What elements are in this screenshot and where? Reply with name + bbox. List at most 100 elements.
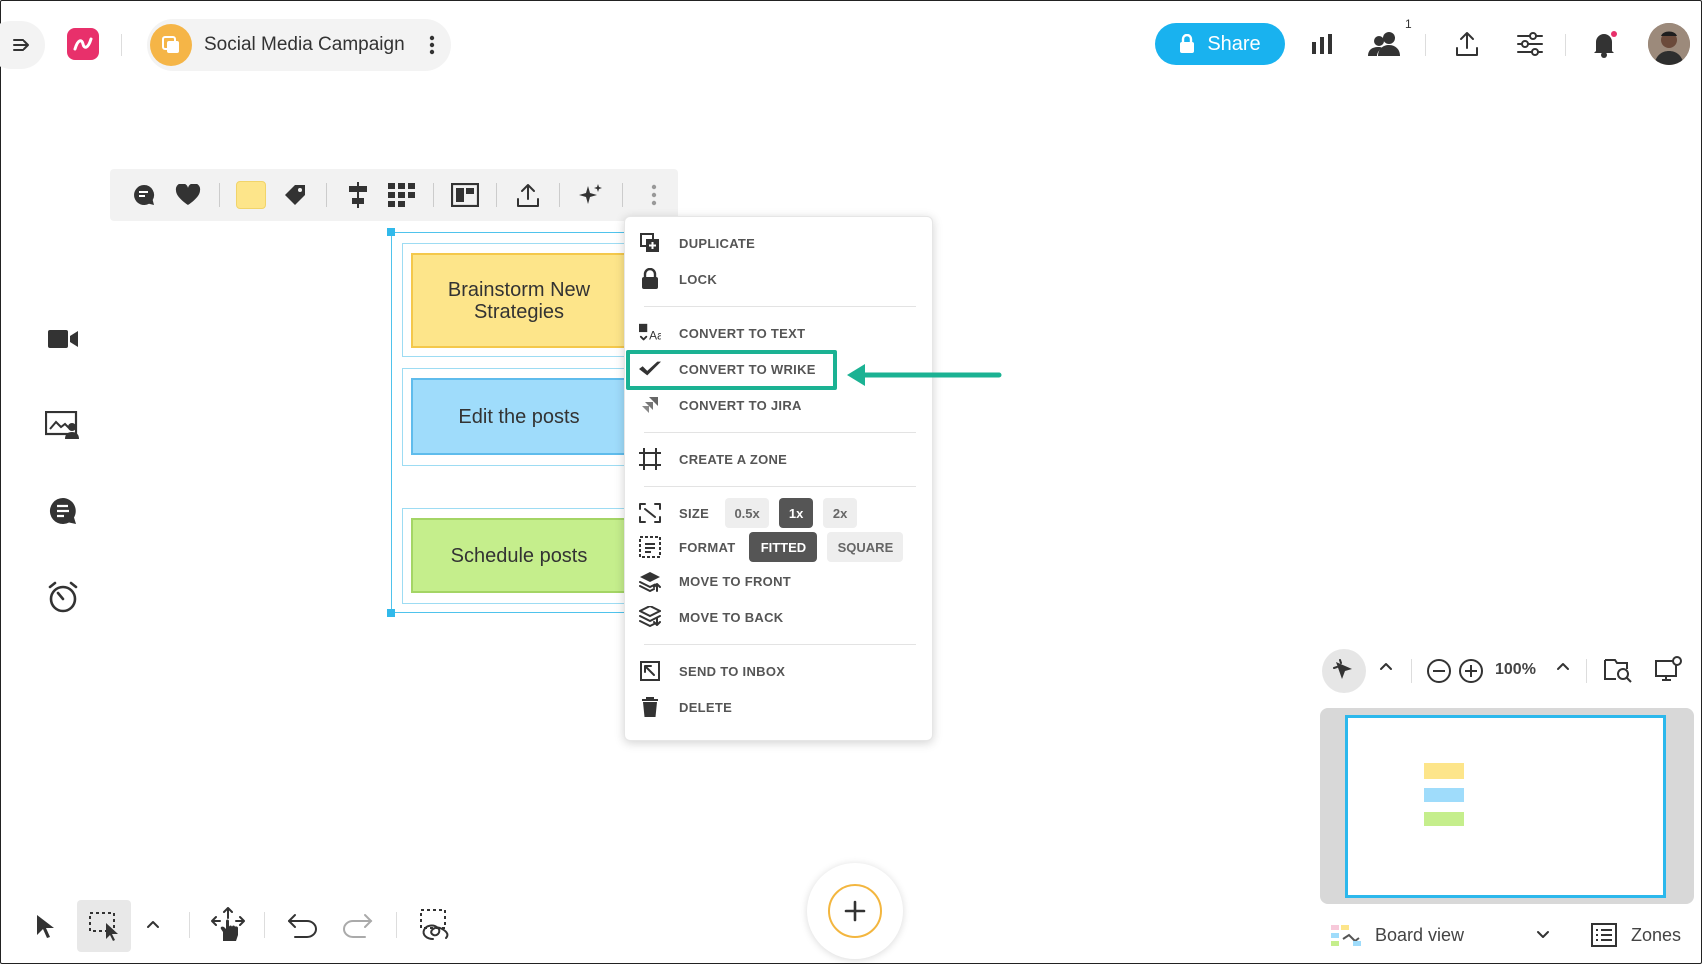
select-tool[interactable] bbox=[25, 906, 65, 946]
chat-icon bbox=[49, 497, 76, 524]
analytics-button[interactable] bbox=[1302, 24, 1342, 64]
board-title[interactable]: Social Media Campaign bbox=[204, 34, 405, 56]
chevron-up-icon bbox=[1557, 663, 1569, 670]
menu-item-lock[interactable]: LOCK bbox=[639, 262, 919, 296]
size-option-half[interactable]: 0.5x bbox=[725, 498, 770, 528]
zoom-level[interactable]: 100% bbox=[1495, 661, 1536, 679]
highlight-box bbox=[626, 350, 837, 390]
align-button[interactable] bbox=[336, 173, 380, 217]
minimap-note bbox=[1424, 763, 1464, 779]
tools-expand[interactable] bbox=[146, 919, 160, 929]
size-option-2x[interactable]: 2x bbox=[823, 498, 858, 528]
arrange-grid-button[interactable] bbox=[380, 173, 424, 217]
find-on-board-button[interactable] bbox=[1604, 657, 1632, 683]
board-title-pill[interactable]: Social Media Campaign bbox=[147, 19, 451, 71]
chat-button[interactable] bbox=[41, 489, 85, 533]
timer-button[interactable] bbox=[41, 575, 85, 619]
send-back-icon bbox=[639, 606, 661, 628]
app-logo[interactable] bbox=[67, 28, 99, 60]
sliders-icon bbox=[1517, 32, 1543, 56]
divider bbox=[1411, 659, 1412, 683]
sticky-note[interactable]: Brainstorm New Strategies bbox=[411, 253, 627, 348]
cursor-icon bbox=[37, 915, 54, 938]
resize-handle[interactable] bbox=[387, 228, 395, 236]
resize-handle[interactable] bbox=[387, 609, 395, 617]
minus-circle-icon bbox=[1427, 659, 1451, 683]
minimap[interactable] bbox=[1320, 708, 1694, 904]
ai-button[interactable] bbox=[569, 173, 613, 217]
collaborators-button[interactable] bbox=[1365, 24, 1405, 64]
comment-button[interactable] bbox=[122, 173, 166, 217]
users-icon bbox=[1368, 32, 1400, 56]
export-button[interactable] bbox=[1447, 24, 1487, 64]
undo-button[interactable] bbox=[283, 905, 323, 945]
display-settings-button[interactable] bbox=[1655, 655, 1683, 683]
color-picker-button[interactable] bbox=[229, 173, 273, 217]
logo-icon bbox=[73, 37, 93, 51]
pan-tool[interactable] bbox=[208, 905, 248, 945]
video-button[interactable] bbox=[41, 317, 85, 361]
zones-button[interactable]: Zones bbox=[1591, 923, 1681, 947]
menu-item-create-zone[interactable]: CREATE A ZONE bbox=[639, 442, 919, 476]
marquee-select-tool[interactable] bbox=[77, 900, 131, 952]
react-button[interactable] bbox=[166, 173, 210, 217]
sticky-note[interactable]: Edit the posts bbox=[411, 378, 627, 455]
lasso-tool[interactable] bbox=[414, 905, 454, 945]
zones-label: Zones bbox=[1631, 924, 1682, 945]
size-option-1x[interactable]: 1x bbox=[779, 498, 814, 528]
list-icon bbox=[1591, 923, 1617, 947]
menu-item-duplicate[interactable]: DUPLICATE bbox=[639, 226, 919, 260]
minimap-viewport[interactable] bbox=[1345, 715, 1666, 898]
arrow-annotation-icon bbox=[847, 364, 1002, 386]
divider bbox=[264, 912, 265, 938]
menu-divider bbox=[644, 432, 916, 433]
tag-button[interactable] bbox=[273, 173, 317, 217]
zoom-in-button[interactable] bbox=[1458, 658, 1484, 684]
lock-icon bbox=[1180, 34, 1195, 53]
redo-button[interactable] bbox=[337, 905, 377, 945]
pointer-mode-button[interactable] bbox=[1322, 649, 1366, 693]
search-board-icon bbox=[1604, 659, 1632, 683]
menu-row-size: SIZE 0.5x 1x 2x bbox=[639, 496, 919, 530]
menu-row-format: FORMAT FITTED SQUARE bbox=[639, 530, 919, 564]
sidebar-toggle-icon bbox=[13, 39, 29, 51]
context-menu: DUPLICATE LOCK Aa CONVERT TO TEXT CONVER… bbox=[624, 216, 933, 741]
board-view-selector[interactable]: Board view bbox=[1331, 923, 1550, 947]
board-icon bbox=[150, 24, 192, 66]
format-option-square[interactable]: SQUARE bbox=[827, 532, 904, 562]
monitor-gear-icon bbox=[1655, 656, 1682, 681]
settings-button[interactable] bbox=[1510, 24, 1550, 64]
format-option-fitted[interactable]: FITTED bbox=[749, 532, 818, 562]
hand-move-icon bbox=[211, 907, 245, 941]
user-avatar[interactable] bbox=[1648, 23, 1690, 65]
add-button[interactable] bbox=[807, 863, 903, 959]
divider bbox=[1565, 34, 1566, 56]
board-menu-icon[interactable] bbox=[429, 35, 435, 55]
share-object-button[interactable] bbox=[506, 173, 550, 217]
color-swatch bbox=[236, 181, 266, 209]
zoom-expand[interactable] bbox=[1556, 661, 1570, 671]
more-options-button[interactable] bbox=[632, 173, 676, 217]
lasso-icon bbox=[420, 909, 449, 940]
zoom-out-button[interactable] bbox=[1426, 658, 1452, 684]
menu-item-convert-to-text[interactable]: Aa CONVERT TO TEXT bbox=[639, 316, 919, 350]
notifications-button[interactable] bbox=[1585, 24, 1625, 64]
menu-item-delete[interactable]: DELETE bbox=[639, 690, 919, 724]
zone-button[interactable] bbox=[443, 173, 487, 217]
share-button[interactable]: Share bbox=[1155, 23, 1285, 65]
menu-item-convert-to-jira[interactable]: CONVERT TO JIRA bbox=[639, 388, 919, 422]
pointer-mode-expand[interactable] bbox=[1379, 661, 1393, 671]
divider bbox=[219, 183, 220, 207]
collapse-sidebar-button[interactable] bbox=[0, 21, 45, 69]
menu-item-move-to-front[interactable]: MOVE TO FRONT bbox=[639, 564, 919, 598]
menu-item-move-to-back[interactable]: MOVE TO BACK bbox=[639, 600, 919, 634]
collaborators-count: 1 bbox=[1405, 17, 1412, 31]
plus-icon bbox=[844, 900, 866, 922]
menu-item-send-to-inbox[interactable]: SEND TO INBOX bbox=[639, 654, 919, 688]
marquee-select-icon bbox=[89, 912, 118, 941]
board-view-label: Board view bbox=[1375, 924, 1465, 945]
presentation-button[interactable] bbox=[41, 403, 85, 447]
sticky-note[interactable]: Schedule posts bbox=[411, 518, 627, 593]
note-text: Edit the posts bbox=[458, 405, 580, 428]
upload-icon bbox=[517, 184, 539, 207]
